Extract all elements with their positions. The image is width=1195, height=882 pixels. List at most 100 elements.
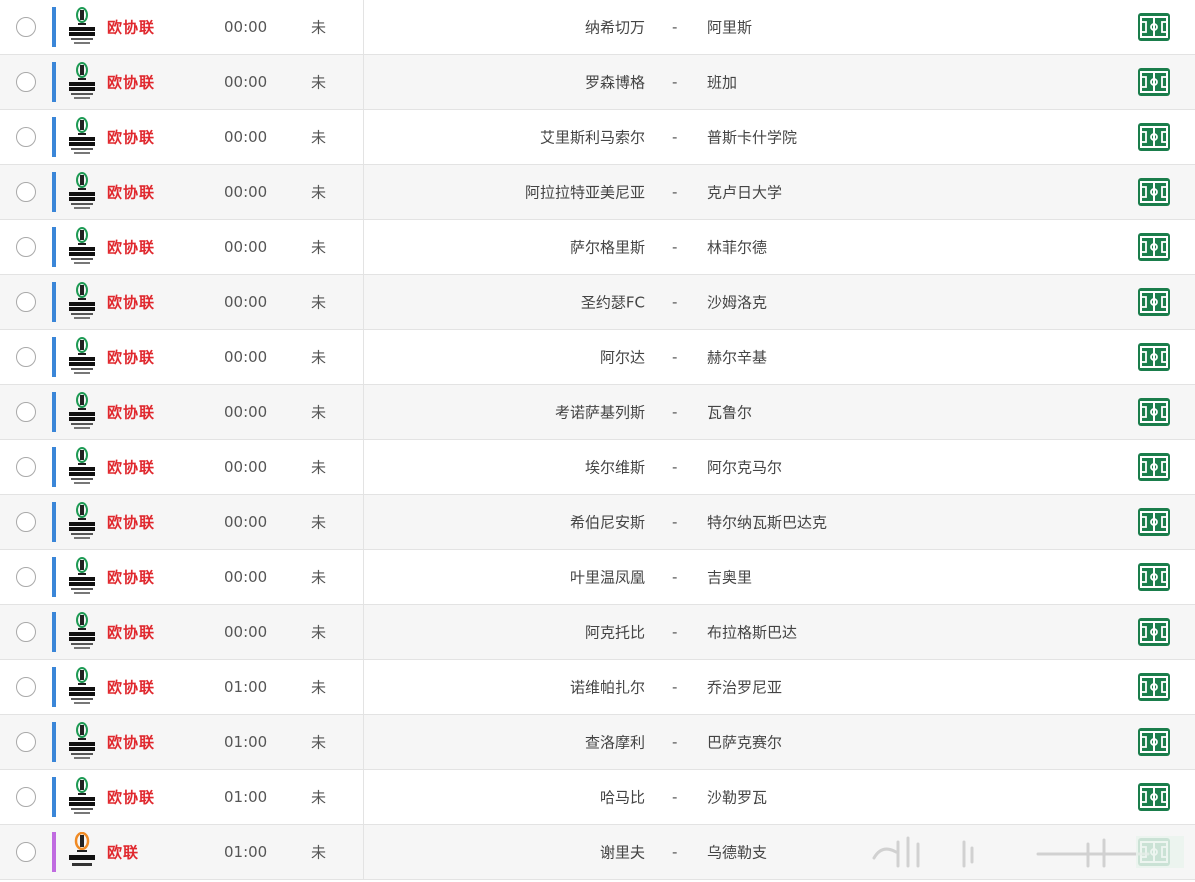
home-team[interactable]: 阿克托比 — [585, 622, 645, 643]
football-field-icon[interactable] — [1138, 123, 1170, 151]
football-field-icon[interactable] — [1138, 233, 1170, 261]
match-row[interactable]: 欧协联 00:00 未 罗森博格 - 班加 — [0, 55, 1195, 110]
match-row[interactable]: 欧协联 00:00 未 艾里斯利马索尔 - 普斯卡什学院 — [0, 110, 1195, 165]
select-radio[interactable] — [16, 347, 36, 367]
away-team[interactable]: 阿里斯 — [707, 17, 752, 38]
football-field-icon[interactable] — [1138, 783, 1170, 811]
home-team[interactable]: 阿拉拉特亚美尼亚 — [525, 182, 645, 203]
match-row[interactable]: 欧协联 00:00 未 阿尔达 - 赫尔辛基 — [0, 330, 1195, 385]
league-name[interactable]: 欧协联 — [107, 402, 155, 423]
football-field-icon[interactable] — [1138, 343, 1170, 371]
select-radio[interactable] — [16, 732, 36, 752]
football-field-icon[interactable] — [1138, 178, 1170, 206]
league-name[interactable]: 欧协联 — [107, 512, 155, 533]
select-radio[interactable] — [16, 402, 36, 422]
away-team[interactable]: 赫尔辛基 — [707, 347, 767, 368]
home-team[interactable]: 叶里温凤凰 — [570, 567, 645, 588]
select-radio[interactable] — [16, 787, 36, 807]
select-radio[interactable] — [16, 512, 36, 532]
match-row[interactable]: 欧协联 00:00 未 阿拉拉特亚美尼亚 - 克卢日大学 — [0, 165, 1195, 220]
away-team[interactable]: 巴萨克赛尔 — [707, 732, 782, 753]
league-name[interactable]: 欧协联 — [107, 17, 155, 38]
away-team[interactable]: 沙姆洛克 — [707, 292, 767, 313]
match-row[interactable]: 欧协联 01:00 未 诺维帕扎尔 - 乔治罗尼亚 — [0, 660, 1195, 715]
match-row[interactable]: 欧协联 00:00 未 叶里温凤凰 - 吉奥里 — [0, 550, 1195, 605]
league-name[interactable]: 欧协联 — [107, 622, 155, 643]
football-field-icon[interactable] — [1138, 618, 1170, 646]
europa-league-logo-icon — [68, 831, 96, 872]
away-team[interactable]: 克卢日大学 — [707, 182, 782, 203]
select-radio[interactable] — [16, 237, 36, 257]
league-name[interactable]: 欧协联 — [107, 787, 155, 808]
home-team[interactable]: 考诺萨基列斯 — [555, 402, 645, 423]
football-field-icon[interactable] — [1138, 673, 1170, 701]
football-field-icon[interactable] — [1138, 508, 1170, 536]
away-team[interactable]: 特尔纳瓦斯巴达克 — [707, 512, 827, 533]
select-radio[interactable] — [16, 72, 36, 92]
league-name[interactable]: 欧协联 — [107, 292, 155, 313]
league-name[interactable]: 欧协联 — [107, 237, 155, 258]
select-radio[interactable] — [16, 457, 36, 477]
away-team[interactable]: 普斯卡什学院 — [707, 127, 797, 148]
football-field-icon[interactable] — [1138, 563, 1170, 591]
select-radio[interactable] — [16, 842, 36, 862]
match-row[interactable]: 欧协联 00:00 未 纳希切万 - 阿里斯 — [0, 0, 1195, 55]
football-field-icon[interactable] — [1138, 68, 1170, 96]
match-row[interactable]: 欧协联 00:00 未 埃尔维斯 - 阿尔克马尔 — [0, 440, 1195, 495]
league-name[interactable]: 欧协联 — [107, 457, 155, 478]
home-team[interactable]: 纳希切万 — [585, 17, 645, 38]
football-field-icon[interactable] — [1138, 728, 1170, 756]
select-radio[interactable] — [16, 622, 36, 642]
home-team[interactable]: 查洛摩利 — [585, 732, 645, 753]
football-field-icon[interactable] — [1138, 453, 1170, 481]
select-radio[interactable] — [16, 677, 36, 697]
league-name[interactable]: 欧协联 — [107, 182, 155, 203]
home-team[interactable]: 罗森博格 — [585, 72, 645, 93]
home-team[interactable]: 萨尔格里斯 — [570, 237, 645, 258]
vs-separator: - — [672, 18, 678, 36]
home-team[interactable]: 哈马比 — [600, 787, 645, 808]
match-row[interactable]: 欧协联 00:00 未 萨尔格里斯 - 林菲尔德 — [0, 220, 1195, 275]
select-radio[interactable] — [16, 182, 36, 202]
match-status: 未 — [311, 733, 327, 752]
league-color-bar — [52, 447, 56, 487]
home-team[interactable]: 谢里夫 — [600, 842, 645, 863]
home-team[interactable]: 诺维帕扎尔 — [570, 677, 645, 698]
home-team[interactable]: 圣约瑟FC — [581, 292, 645, 313]
away-team[interactable]: 瓦鲁尔 — [707, 402, 752, 423]
league-name[interactable]: 欧联 — [107, 842, 139, 863]
home-team[interactable]: 阿尔达 — [600, 347, 645, 368]
football-field-icon[interactable] — [1138, 398, 1170, 426]
match-row[interactable]: 欧协联 01:00 未 查洛摩利 - 巴萨克赛尔 — [0, 715, 1195, 770]
away-team[interactable]: 乌德勒支 — [707, 842, 767, 863]
away-team[interactable]: 吉奥里 — [707, 567, 752, 588]
home-team[interactable]: 艾里斯利马索尔 — [540, 127, 645, 148]
football-field-icon[interactable] — [1138, 288, 1170, 316]
match-row[interactable]: 欧协联 00:00 未 圣约瑟FC - 沙姆洛克 — [0, 275, 1195, 330]
league-name[interactable]: 欧协联 — [107, 677, 155, 698]
vs-separator: - — [672, 843, 678, 861]
league-name[interactable]: 欧协联 — [107, 347, 155, 368]
select-radio[interactable] — [16, 17, 36, 37]
match-row[interactable]: 欧协联 00:00 未 希伯尼安斯 - 特尔纳瓦斯巴达克 — [0, 495, 1195, 550]
football-field-icon[interactable] — [1138, 13, 1170, 41]
away-team[interactable]: 布拉格斯巴达 — [707, 622, 797, 643]
league-name[interactable]: 欧协联 — [107, 732, 155, 753]
select-radio[interactable] — [16, 567, 36, 587]
league-name[interactable]: 欧协联 — [107, 567, 155, 588]
home-team[interactable]: 埃尔维斯 — [585, 457, 645, 478]
select-radio[interactable] — [16, 127, 36, 147]
select-radio[interactable] — [16, 292, 36, 312]
league-name[interactable]: 欧协联 — [107, 72, 155, 93]
away-team[interactable]: 沙勒罗瓦 — [707, 787, 767, 808]
match-row[interactable]: 欧协联 00:00 未 考诺萨基列斯 - 瓦鲁尔 — [0, 385, 1195, 440]
away-team[interactable]: 班加 — [707, 72, 737, 93]
match-row[interactable]: 欧协联 00:00 未 阿克托比 - 布拉格斯巴达 — [0, 605, 1195, 660]
away-team[interactable]: 乔治罗尼亚 — [707, 677, 782, 698]
away-team[interactable]: 阿尔克马尔 — [707, 457, 782, 478]
home-team[interactable]: 希伯尼安斯 — [570, 512, 645, 533]
away-team[interactable]: 林菲尔德 — [707, 237, 767, 258]
column-divider — [363, 825, 364, 879]
league-name[interactable]: 欧协联 — [107, 127, 155, 148]
match-row[interactable]: 欧协联 01:00 未 哈马比 - 沙勒罗瓦 — [0, 770, 1195, 825]
